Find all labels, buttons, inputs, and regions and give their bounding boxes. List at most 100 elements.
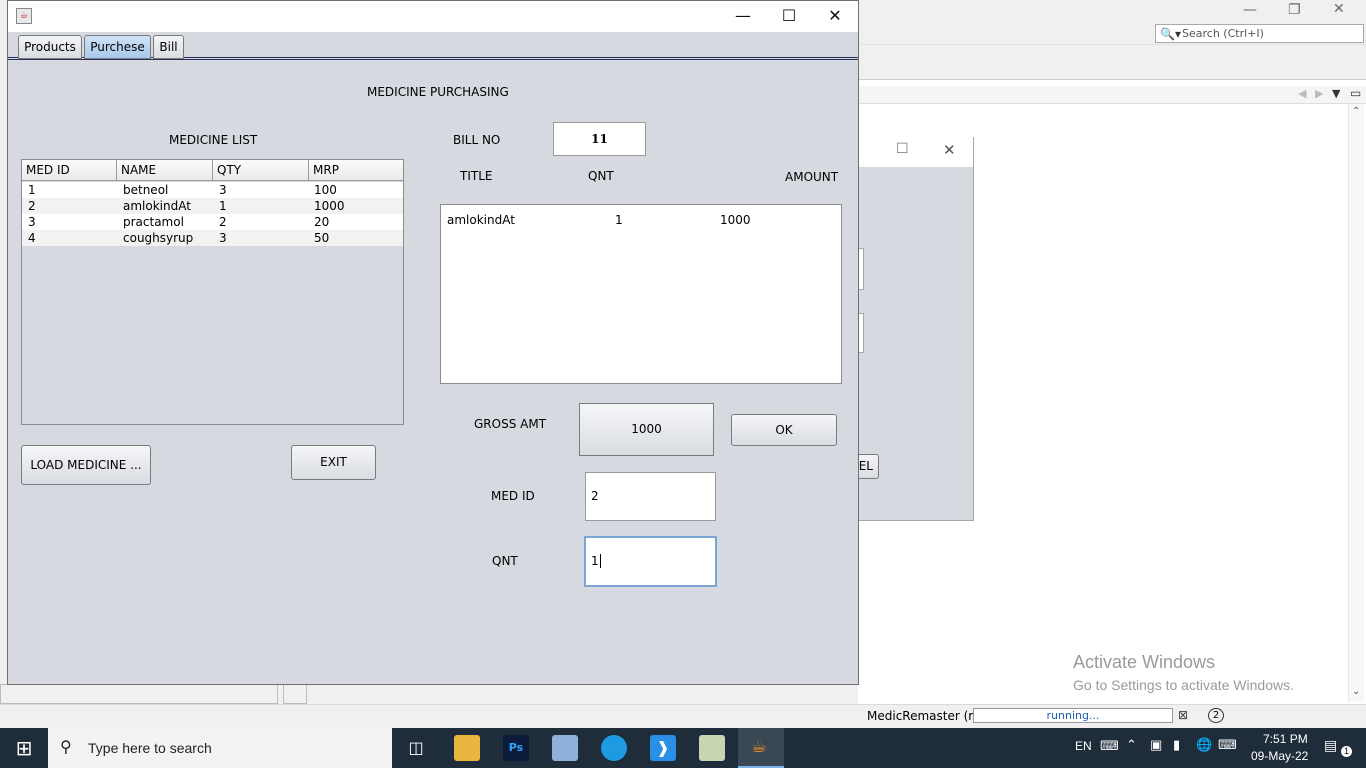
ide-search-input[interactable]: 🔍▾ Search (Ctrl+I) <box>1155 24 1364 43</box>
file-explorer-icon[interactable] <box>454 735 480 761</box>
bill-no-field[interactable]: 11 <box>553 122 646 156</box>
ide-minimize-icon[interactable]: — <box>1243 2 1257 18</box>
notification-count: 1 <box>1341 746 1352 757</box>
notification-badge[interactable]: 2 <box>1208 708 1224 723</box>
cell-name: betneol <box>123 183 169 197</box>
cell-qty: 1 <box>219 199 227 213</box>
search-icon: ⚲ <box>60 739 72 756</box>
table-header-name[interactable]: NAME <box>117 160 213 181</box>
photoshop-icon[interactable]: Ps <box>503 735 529 761</box>
table-header-mrp[interactable]: MRP <box>309 160 403 181</box>
ide-restore-icon[interactable]: ❐ <box>1288 2 1301 18</box>
tab-bill[interactable]: Bill <box>153 35 184 59</box>
windows-start-icon[interactable]: ⊞ <box>0 728 48 768</box>
bill-no-label: BILL NO <box>453 133 501 147</box>
cell-mrp: 50 <box>314 231 330 245</box>
scroll-right-icon[interactable]: ▶ <box>1315 87 1323 100</box>
task-view-icon[interactable]: ◫ <box>403 735 429 761</box>
scroll-down-icon[interactable]: ⌄ <box>1352 686 1360 697</box>
cell-name: coughsyrup <box>123 231 194 245</box>
cell-mrp: 100 <box>314 183 337 197</box>
ok-button[interactable]: OK <box>731 414 837 446</box>
search-icon: 🔍▾ <box>1160 27 1181 41</box>
close-button[interactable]: ✕ <box>812 1 858 31</box>
minimize-button[interactable]: — <box>720 1 766 31</box>
gross-amt-label: GROSS AMT <box>474 417 547 431</box>
scroll-left-icon[interactable]: ◀ <box>1298 87 1306 100</box>
bill-item-qnt: 1 <box>615 213 623 227</box>
clock-date[interactable]: 09-May-22 <box>1251 749 1308 763</box>
cell-medid: 3 <box>28 215 36 229</box>
keyboard-icon[interactable]: ⌨ <box>1100 738 1119 754</box>
bg-maximize-icon[interactable]: ☐ <box>896 141 909 157</box>
editor-scrollbar[interactable]: ⌃ ⌄ <box>1348 104 1364 702</box>
chevron-down-icon[interactable]: ▼ <box>1332 87 1340 100</box>
med-id-input[interactable]: 2 <box>585 472 716 521</box>
notification-icon[interactable]: ▤ <box>1324 737 1337 754</box>
tab-bill-label: Bill <box>159 40 178 54</box>
battery-icon[interactable]: ▮ <box>1173 737 1180 753</box>
gross-amt-button[interactable]: 1000 <box>579 403 714 456</box>
network-icon[interactable]: 🌐 <box>1196 737 1212 753</box>
table-row[interactable]: 2 amlokindAt 1 1000 <box>22 198 403 214</box>
tab-purchese[interactable]: Purchese <box>84 35 151 59</box>
ide-bottom-panel <box>0 684 858 704</box>
medicine-table[interactable]: MED ID NAME QTY MRP 1 betneol 3 100 2 am… <box>21 159 404 425</box>
stop-icon[interactable]: ⊠ <box>1178 708 1188 722</box>
clock-time[interactable]: 7:51 PM <box>1263 732 1308 746</box>
bill-item-amount: 1000 <box>720 213 751 227</box>
maximize-button[interactable]: ☐ <box>766 1 812 31</box>
tab-purchese-label: Purchese <box>90 40 145 54</box>
maximize-editor-icon[interactable]: ▭ <box>1350 86 1361 100</box>
table-row[interactable]: 1 betneol 3 100 <box>22 182 403 198</box>
photos-icon[interactable] <box>699 735 725 761</box>
background-dialog-titlebar: ☐ ✕ <box>858 137 973 167</box>
touch-keyboard-icon[interactable]: ⌨ <box>1218 737 1237 753</box>
table-header-medid[interactable]: MED ID <box>22 160 117 181</box>
cell-medid: 4 <box>28 231 36 245</box>
medicine-list-title: MEDICINE LIST <box>169 133 258 147</box>
vscode-icon[interactable]: ❱ <box>650 735 676 761</box>
background-dialog: EL <box>856 137 974 521</box>
taskbar-search-placeholder: Type here to search <box>88 740 212 756</box>
java-app-taskbar-button[interactable]: ☕ <box>738 728 784 768</box>
edge-icon[interactable] <box>601 735 627 761</box>
table-row[interactable]: 4 coughsyrup 3 50 <box>22 230 403 246</box>
language-indicator[interactable]: EN <box>1075 739 1092 753</box>
bg-cancel-label: EL <box>858 459 873 473</box>
col-amount-label: AMOUNT <box>785 170 839 184</box>
qnt-input-value: 1 <box>591 554 599 568</box>
java-icon: ☕ <box>751 736 768 757</box>
bill-item-title: amlokindAt <box>447 213 515 227</box>
exit-button[interactable]: EXIT <box>291 445 376 480</box>
bg-cancel-button[interactable]: EL <box>856 454 879 479</box>
tab-products[interactable]: Products <box>18 35 82 59</box>
medicine-window: ☕ — ☐ ✕ Products Purchese Bill MEDICINE … <box>7 0 859 685</box>
ide-toolbar <box>858 44 1366 80</box>
load-medicine-button[interactable]: LOAD MEDICINE ... <box>21 445 151 485</box>
ide-status-bar: MedicRemaster (run) running... ⊠ 2 <box>0 704 1366 728</box>
virtualbox-icon[interactable] <box>552 735 578 761</box>
taskbar-search-input[interactable]: ⚲ Type here to search <box>48 728 392 768</box>
activate-subtitle: Go to Settings to activate Windows. <box>1073 677 1294 693</box>
cell-qty: 3 <box>219 183 227 197</box>
bg-close-icon[interactable]: ✕ <box>943 141 956 159</box>
bill-items-textarea[interactable]: amlokindAt 1 1000 <box>440 204 842 384</box>
col-qnt-label: QNT <box>588 169 614 183</box>
scroll-up-icon[interactable]: ⌃ <box>1352 106 1360 117</box>
run-progress-text: running... <box>1046 709 1100 722</box>
java-icon: ☕ <box>16 8 32 24</box>
system-tray: EN ⌨ ⌃ ▣ ▮ 🌐 ⌨ 7:51 PM 09-May-22 ▤ 1 <box>1066 728 1366 768</box>
cell-medid: 1 <box>28 183 36 197</box>
chevron-up-icon[interactable]: ⌃ <box>1126 737 1137 753</box>
ide-editor-tabs-bar: ◀ ▶ ▼ ▭ <box>858 86 1366 104</box>
table-header-qty[interactable]: QTY <box>213 160 309 181</box>
table-row[interactable]: 3 practamol 2 20 <box>22 214 403 230</box>
window-titlebar: ☕ — ☐ ✕ <box>8 1 858 32</box>
meet-icon[interactable]: ▣ <box>1150 737 1162 753</box>
qnt-input[interactable]: 1 <box>584 536 717 587</box>
cell-name: amlokindAt <box>123 199 191 213</box>
ide-close-icon[interactable]: ✕ <box>1333 1 1345 17</box>
qnt-label: QNT <box>492 554 518 568</box>
activate-windows-watermark: Activate Windows Go to Settings to activ… <box>1073 652 1294 693</box>
